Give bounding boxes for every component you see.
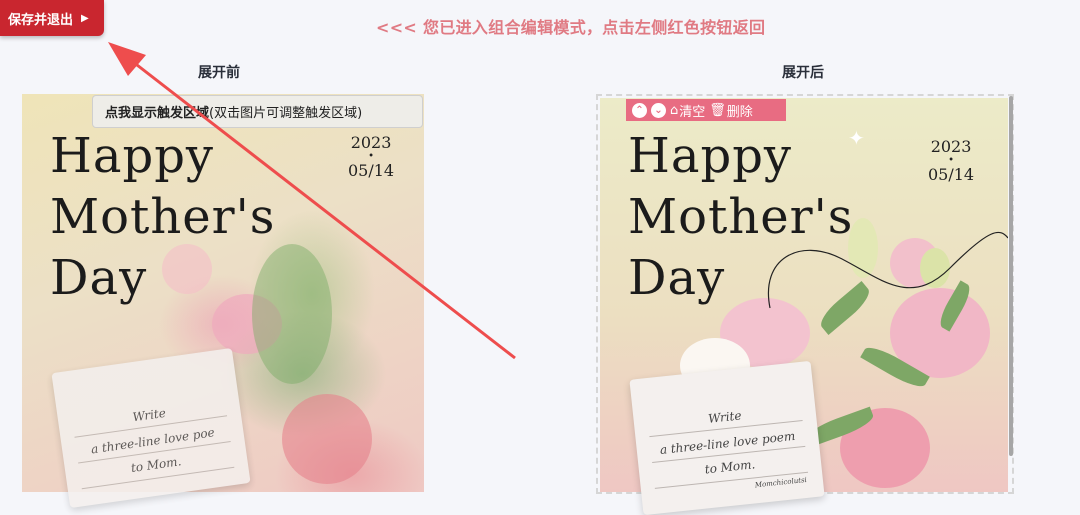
pointer-arrow [108, 42, 516, 360]
save-and-exit-button[interactable]: 保存并退出 ▶ [0, 0, 104, 36]
save-and-exit-label: 保存并退出 [8, 12, 74, 28]
play-icon: ▶ [81, 12, 89, 24]
